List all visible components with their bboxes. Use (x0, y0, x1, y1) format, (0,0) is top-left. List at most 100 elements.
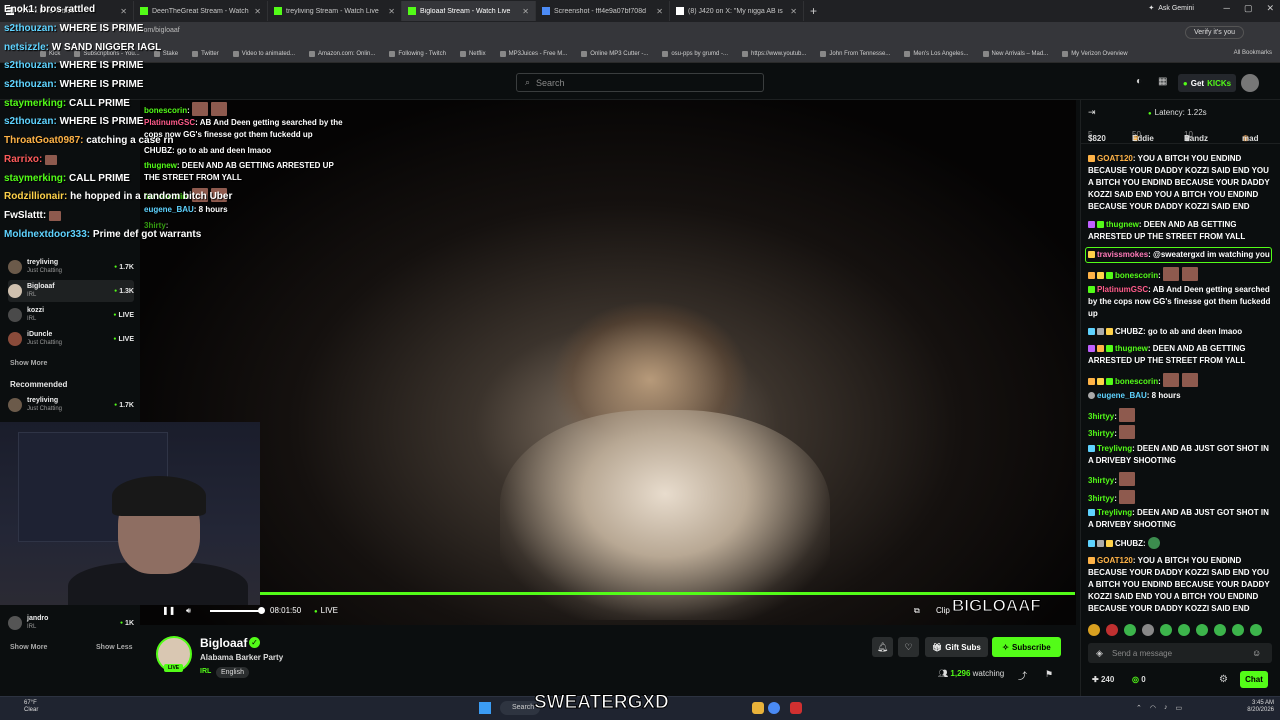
emote-icon[interactable] (1250, 624, 1262, 636)
emote-icon[interactable] (1232, 624, 1244, 636)
browser-tab[interactable]: Screenshot - fff4e9a07bf708d ✕ (536, 1, 670, 21)
close-tab-icon[interactable]: ✕ (790, 7, 797, 16)
leaderboard-item[interactable]: ♛ Eddie 50 (1132, 130, 1154, 143)
kicks-balance[interactable]: ◎ 0 (1132, 675, 1146, 684)
bookmark[interactable]: Netflix (459, 51, 486, 57)
emote-icon[interactable] (1196, 624, 1208, 636)
address-bar (0, 22, 1280, 46)
verified-icon: ✓ (249, 637, 260, 648)
windows-start-icon[interactable] (479, 702, 491, 714)
sidebar-channel-bigloaaf[interactable]: BigloaafIRL 1.3K (8, 280, 134, 302)
bookmark-icon (232, 51, 239, 57)
file-explorer-icon[interactable] (752, 702, 764, 714)
bookmark[interactable]: osu-pps by grumd -... (662, 51, 728, 57)
notifications-button[interactable]: 🔔︎ (872, 637, 893, 657)
bookmark[interactable]: Video to animated... (232, 51, 295, 57)
report-icon[interactable]: ⚑ (1045, 669, 1053, 680)
browser-tab[interactable]: (8) J420 on X: "My nigga AB is ✕ (670, 1, 804, 21)
overlay-chat-line: Rodzillionair: he hopped in a random bit… (4, 191, 233, 202)
chat-message-input[interactable]: Send a message (1088, 643, 1272, 663)
bookmark[interactable]: Men's Los Angeles... (904, 51, 969, 57)
chat-send-button[interactable]: Chat (1240, 671, 1268, 688)
share-icon[interactable]: ⤴ (1018, 669, 1027, 682)
bookmark[interactable]: Following - Twitch (389, 51, 446, 57)
theater-icon[interactable]: ◐ (1136, 76, 1142, 87)
user-avatar[interactable] (1241, 74, 1259, 92)
search-icon: ⌕ (525, 77, 531, 87)
emote-icon[interactable] (1142, 624, 1154, 636)
pause-icon[interactable]: ❚❚ (162, 606, 175, 615)
bookmark-icon (982, 51, 989, 57)
close-tab-icon[interactable]: ✕ (388, 7, 395, 16)
emoji-icon[interactable]: ☺ (1252, 648, 1261, 658)
browser-tab[interactable]: DeenTheGreat Stream - Watch ✕ (134, 1, 268, 21)
get-kicks-button[interactable]: ● Get KICKs (1178, 74, 1236, 92)
taskbar-clock[interactable]: 3:45 AM 8/20/2026 (1247, 700, 1274, 714)
close-tab-icon[interactable]: ✕ (120, 7, 127, 16)
bookmark[interactable]: New Arrivals – Mad... (982, 51, 1048, 57)
verify-button[interactable]: Verify it's you (1184, 26, 1244, 39)
volume-knob[interactable] (258, 607, 265, 614)
layout-icon[interactable]: ▦ (1158, 76, 1167, 87)
sidebar-channel-jandro[interactable]: jandroIRL 1K (8, 612, 134, 634)
close-window-icon[interactable]: ✕ (1266, 3, 1274, 14)
sidebar-channel-kozzi[interactable]: kozziIRL LIVE (8, 304, 134, 326)
close-tab-icon[interactable]: ✕ (254, 7, 261, 16)
emote-icon[interactable] (1178, 624, 1190, 636)
emote-icon[interactable] (1160, 624, 1172, 636)
bookmark[interactable]: My Verizon Overview (1062, 51, 1128, 57)
app-icon[interactable] (790, 702, 802, 714)
chrome-icon[interactable] (768, 702, 780, 714)
bookmark[interactable]: MP3Juices - Free M... (499, 51, 567, 57)
ask-gemini-button[interactable]: ✦ Ask Gemini (1148, 4, 1194, 13)
taskbar-weather[interactable]: 67°F Clear (24, 700, 38, 714)
bookmark[interactable]: Amazon.com: Onlin... (309, 51, 375, 57)
volume-slider[interactable] (210, 610, 260, 612)
bookmark[interactable]: https://www.youtub... (742, 51, 806, 57)
clip-button[interactable]: Clip (936, 606, 950, 615)
emote-icon[interactable] (1088, 624, 1100, 636)
chat-badge-icon[interactable]: ◈ (1096, 648, 1103, 659)
pip-icon[interactable]: ⧉ (914, 606, 920, 616)
chat-settings-icon[interactable]: ⚙ (1219, 674, 1228, 685)
emote-icon (49, 211, 61, 221)
stream-category[interactable]: IRL (200, 668, 211, 675)
player-progress-bar[interactable] (260, 592, 1075, 595)
speaker-icon[interactable]: ♪ (1164, 704, 1168, 712)
gift-subs-button[interactable]: 🎁︎ Gift Subs (925, 637, 988, 657)
streamer-name[interactable]: Bigloaaf (200, 636, 247, 650)
bookmark[interactable]: John From Tennesse... (820, 51, 890, 57)
sidebar-channel-treyliving[interactable]: treylivingJust Chatting 1.7K (8, 256, 134, 278)
new-tab-icon[interactable]: + (810, 4, 817, 18)
leaderboard-item[interactable]: ♛ Bandz 10 (1184, 130, 1208, 143)
emote-icon[interactable] (1124, 624, 1136, 636)
battery-icon[interactable]: ▭ (1175, 704, 1182, 712)
sidebar-channel-iduncle[interactable]: iDuncleJust Chatting LIVE (8, 328, 134, 350)
show-less-button[interactable]: Show Less (96, 644, 133, 651)
search-input[interactable]: ⌕ Search (516, 73, 764, 92)
gift-icon: 🎁︎ (932, 642, 943, 652)
close-tab-icon[interactable]: ✕ (656, 7, 663, 16)
minimize-icon[interactable]: ─ (1224, 3, 1230, 14)
volume-icon[interactable]: 🔊︎ (186, 606, 191, 616)
close-tab-icon[interactable]: ✕ (522, 7, 529, 16)
browser-tab[interactable]: treyliving Stream - Watch Live ✕ (268, 1, 402, 21)
collapse-chat-icon[interactable]: ⇥ (1088, 107, 1096, 118)
kick-points[interactable]: ✚ 240 (1092, 675, 1114, 684)
all-bookmarks-button[interactable]: All Bookmarks (1234, 50, 1272, 56)
emote-icon[interactable] (1106, 624, 1118, 636)
bookmark[interactable]: Twitter (192, 51, 219, 57)
follow-button[interactable]: ♡ (898, 637, 919, 657)
sidebar-recommended-treyliving[interactable]: treylivingJust Chatting 1.7K (8, 394, 134, 416)
browser-tab-active[interactable]: Bigloaaf Stream - Watch Live ✕ (402, 1, 536, 21)
stream-language-tag[interactable]: English (216, 667, 249, 678)
show-more-button[interactable]: Show More (10, 644, 47, 651)
wifi-icon[interactable]: ◠ (1150, 704, 1156, 712)
subscribe-button[interactable]: ✧ Subscribe (992, 637, 1061, 657)
maximize-icon[interactable]: ▢ (1244, 3, 1253, 14)
emote-icon[interactable] (1214, 624, 1226, 636)
show-more-following[interactable]: Show More (10, 360, 47, 367)
leaderboard-item[interactable]: $820 5 (1088, 130, 1106, 143)
chevron-up-icon[interactable]: ⌃ (1136, 704, 1142, 712)
bookmark[interactable]: Online MP3 Cutter -... (581, 51, 648, 57)
